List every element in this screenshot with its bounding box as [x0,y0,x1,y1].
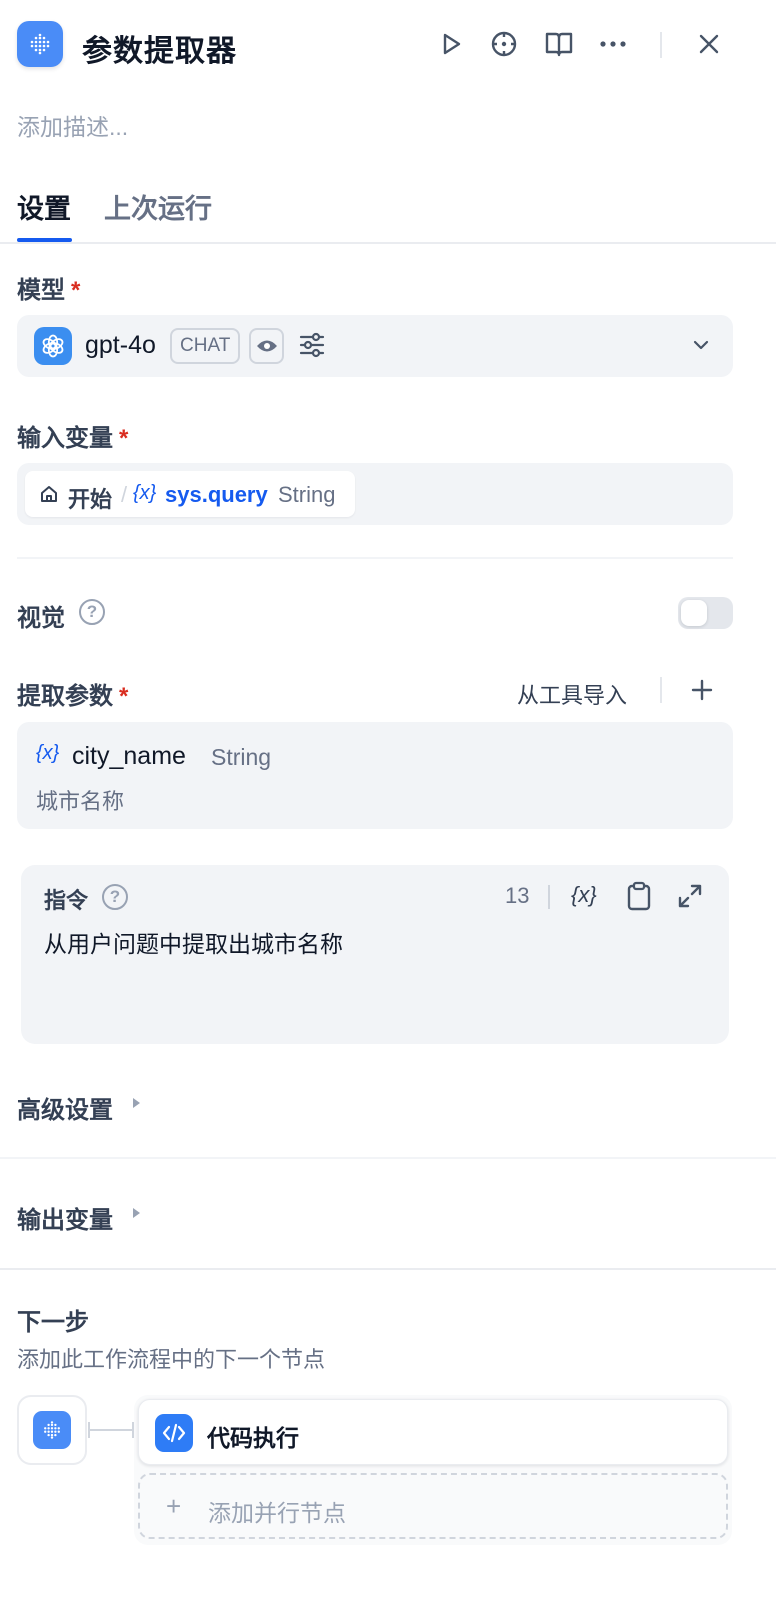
variable-chip[interactable]: 开始 / {x} sys.query String [25,471,355,517]
input-variable-label-text: 输入变量 [17,425,113,452]
required-mark: * [119,683,129,710]
connector-line [88,1429,134,1431]
toggle-knob [681,600,707,626]
caret-right-icon [133,1098,140,1108]
instruction-label: 指令 [44,888,89,913]
model-selector[interactable]: gpt-4o CHAT [17,315,733,377]
model-label: 模型 * [17,270,80,305]
section-divider [0,1157,776,1159]
param-description: 城市名称 [36,789,125,814]
more-button[interactable] [597,28,629,60]
tab-bar: 设置 上次运行 [0,182,776,244]
insert-variable-button[interactable]: {x} [571,882,597,908]
close-button[interactable] [693,28,725,60]
tab-settings[interactable]: 设置 [17,187,71,226]
instruction-text[interactable]: 从用户问题中提取出城市名称 [44,925,343,959]
sliders-icon [299,332,325,358]
next-node-branch: 代码执行 + 添加并行节点 [134,1395,732,1545]
extract-params-label: 提取参数 * [17,676,128,711]
next-node-label: 代码执行 [207,1425,299,1451]
source-node-name: 开始 [68,487,113,512]
parameter-extractor-icon [17,21,63,67]
advanced-settings-toggle[interactable]: 高级设置 [17,1090,113,1125]
eye-icon [256,340,277,352]
help-icon[interactable]: ? [79,599,105,625]
parameter-extractor-icon [33,1411,71,1449]
openai-icon [34,327,72,365]
active-tab-indicator [17,238,72,242]
param-name: city_name [72,742,186,770]
code-icon [155,1414,193,1452]
vision-toggle[interactable] [678,597,733,629]
add-parallel-label: 添加并行节点 [208,1500,346,1526]
header-divider [660,32,662,58]
variable-icon: {x} [133,482,157,504]
section-divider [0,1268,776,1270]
docs-button[interactable] [543,28,575,60]
char-count: 13 [505,883,530,908]
model-params-button[interactable] [297,330,327,365]
toolbar-divider [548,885,550,909]
close-icon [699,34,719,54]
instruction-editor[interactable]: 指令 ? 13 {x} 从用户问题中提取出城市名称 [21,865,729,1044]
add-param-button[interactable] [686,674,718,706]
node-title[interactable]: 参数提取器 [82,26,237,70]
clipboard-icon [627,881,651,911]
section-divider [17,557,733,559]
copy-button[interactable] [622,879,656,913]
import-from-tool-button[interactable]: 从工具导入 [517,678,627,710]
variable-type: String [278,482,336,507]
book-icon [545,32,573,57]
connector-cap [88,1422,90,1438]
add-parallel-node-button[interactable]: + 添加并行节点 [138,1473,728,1539]
input-variable-label: 输入变量 * [17,418,128,453]
vision-capability-badge [249,328,284,364]
required-mark: * [119,425,129,452]
param-item[interactable]: {x} city_name String 城市名称 [17,722,733,829]
more-icon [600,41,626,47]
home-icon [39,484,59,509]
caret-right-icon [133,1208,140,1218]
plus-icon: + [166,1491,182,1521]
variable-name: sys.query [165,482,268,507]
path-separator: / [121,482,128,507]
vision-label: 视觉 [17,605,65,632]
run-button[interactable] [435,28,467,60]
model-name: gpt-4o [85,331,156,359]
description-input[interactable]: 添加描述... [17,108,128,142]
locate-button[interactable] [488,28,520,60]
next-step-title: 下一步 [17,1309,89,1336]
output-variables-toggle[interactable]: 输出变量 [17,1200,113,1235]
help-icon[interactable]: ? [102,884,128,910]
required-mark: * [71,277,81,304]
input-variable-selector[interactable]: 开始 / {x} sys.query String [17,463,733,525]
variable-icon: {x} [36,742,60,764]
chat-mode-badge: CHAT [170,328,241,364]
plus-icon [691,679,713,701]
model-label-text: 模型 [17,277,65,304]
next-step-description: 添加此工作流程中的下一个节点 [17,1347,326,1372]
current-node-block [17,1395,87,1465]
tab-last-run[interactable]: 上次运行 [104,187,212,226]
expand-icon [678,884,702,908]
chevron-down-icon [691,335,711,360]
next-node-code-execution[interactable]: 代码执行 [138,1399,728,1465]
param-type: String [211,744,272,770]
action-divider [660,677,662,703]
panel-header: 参数提取器 [0,0,776,90]
locate-icon [491,31,517,57]
expand-button[interactable] [673,879,707,913]
extract-params-label-text: 提取参数 [17,683,113,710]
play-icon [443,33,461,55]
